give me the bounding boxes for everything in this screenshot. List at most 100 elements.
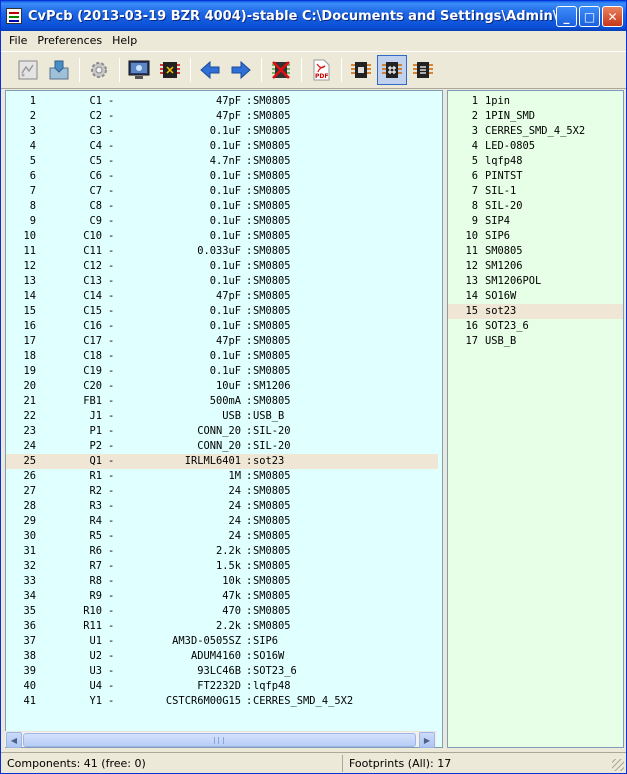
component-row[interactable]: 20 C20- 10uF: SM1206: [6, 379, 438, 394]
component-row[interactable]: 2 C2- 47pF: SM0805: [6, 109, 438, 124]
component-row[interactable]: 10 C10- 0.1uF: SM0805: [6, 229, 438, 244]
footprints-list[interactable]: 1 1pin 2 1PIN_SMD 3 CERRES_SMD_4_5X2 4 LED-0805…: [447, 90, 624, 748]
cvpcb-app-icon[interactable]: [6, 8, 22, 24]
component-row[interactable]: 31 R6- 2.2k: SM0805: [6, 544, 438, 559]
create-footprint-button[interactable]: [13, 55, 43, 85]
close-button[interactable]: ✕: [602, 6, 623, 27]
component-row[interactable]: 23 P1- CONN_20: SIL-20: [6, 424, 438, 439]
component-row[interactable]: 28 R3- 24: SM0805: [6, 499, 438, 514]
component-row[interactable]: 37 U1- AM3D-0505SZ: SIP6: [6, 634, 438, 649]
component-row[interactable]: 6 C6- 0.1uF: SM0805: [6, 169, 438, 184]
footprint-row[interactable]: 15 sot23: [448, 304, 623, 319]
component-row[interactable]: 4 C4- 0.1uF: SM0805: [6, 139, 438, 154]
component-row[interactable]: 27 R2- 24: SM0805: [6, 484, 438, 499]
component-row[interactable]: 3 C3- 0.1uF: SM0805: [6, 124, 438, 139]
minimize-button[interactable]: _: [556, 6, 577, 27]
component-row[interactable]: 18 C18- 0.1uF: SM0805: [6, 349, 438, 364]
component-row[interactable]: 30 R5- 24: SM0805: [6, 529, 438, 544]
footprint-row[interactable]: 8 SIL-20: [448, 199, 623, 214]
footprint-name: CERRES_SMD_4_5X2: [485, 125, 586, 137]
filter-keyword-button[interactable]: [346, 55, 376, 85]
component-value: AM3D-0505SZ: [172, 635, 241, 647]
component-number: 16: [23, 320, 36, 332]
components-list[interactable]: 1 C1-47pF: SM0805 2 C2-47pF: SM0805 3 C3-0.1uF:…: [5, 90, 443, 748]
window-title: CvPcb (2013-03-19 BZR 4004)-stable C:\Do…: [28, 8, 568, 24]
component-footprint: SM0805: [253, 350, 291, 362]
resize-grip-icon[interactable]: [612, 759, 624, 771]
component-row[interactable]: 40 U4- FT2232D: lqfp48: [6, 679, 438, 694]
menu-help[interactable]: Help: [107, 34, 142, 47]
component-separator: -: [108, 590, 115, 602]
next-unassigned-button[interactable]: [226, 55, 256, 85]
filter-pin-count-button[interactable]: [377, 55, 407, 85]
footprint-row[interactable]: 17 USB_B: [448, 334, 623, 349]
component-row[interactable]: 1 C1- 47pF: SM0805: [6, 94, 438, 109]
component-row[interactable]: 25 Q1- IRLML6401: sot23: [6, 454, 438, 469]
component-row[interactable]: 15 C15- 0.1uF: SM0805: [6, 304, 438, 319]
component-row[interactable]: 32 R7- 1.5k: SM0805: [6, 559, 438, 574]
component-row[interactable]: 26 R1- 1M: SM0805: [6, 469, 438, 484]
components-horizontal-scrollbar[interactable]: ◀ ▶: [5, 731, 437, 748]
component-row[interactable]: 16 C16- 0.1uF: SM0805: [6, 319, 438, 334]
component-row[interactable]: 19 C19- 0.1uF: SM0805: [6, 364, 438, 379]
footprint-name: 1PIN_SMD: [485, 110, 536, 122]
view-footprint-button[interactable]: [124, 55, 154, 85]
footprint-row[interactable]: 16 SOT23_6: [448, 319, 623, 334]
footprint-row[interactable]: 10 SIP6: [448, 229, 623, 244]
settings-button[interactable]: [84, 55, 114, 85]
footprint-row[interactable]: 14 SO16W: [448, 289, 623, 304]
component-row[interactable]: 29 R4- 24: SM0805: [6, 514, 438, 529]
footprint-row[interactable]: 6 PINTST: [448, 169, 623, 184]
menu-file[interactable]: File: [1, 34, 32, 47]
component-row[interactable]: 39 U3- 93LC46B: SOT23_6: [6, 664, 438, 679]
scroll-right-arrow-icon[interactable]: ▶: [419, 732, 435, 748]
component-row[interactable]: 35 R10- 470: SM0805: [6, 604, 438, 619]
delete-associations-button[interactable]: [266, 55, 296, 85]
component-row[interactable]: 22 J1- USB: USB_B: [6, 409, 438, 424]
component-row[interactable]: 38 U2- ADUM4160: SO16W: [6, 649, 438, 664]
component-footprint: SM0805: [253, 530, 291, 542]
footprint-row[interactable]: 7 SIL-1: [448, 184, 623, 199]
footprint-row[interactable]: 9 SIP4: [448, 214, 623, 229]
component-row[interactable]: 12 C12- 0.1uF: SM0805: [6, 259, 438, 274]
component-row[interactable]: 9 C9- 0.1uF: SM0805: [6, 214, 438, 229]
component-reference: C8: [89, 200, 102, 212]
component-separator: -: [108, 365, 115, 377]
footprint-row[interactable]: 1 1pin: [448, 94, 623, 109]
component-separator: -: [108, 425, 115, 437]
auto-associate-button[interactable]: [155, 55, 185, 85]
filter-all-button[interactable]: [408, 55, 438, 85]
component-row[interactable]: 7 C7- 0.1uF: SM0805: [6, 184, 438, 199]
footprint-row[interactable]: 13 SM1206POL: [448, 274, 623, 289]
component-row[interactable]: 8 C8- 0.1uF: SM0805: [6, 199, 438, 214]
footprint-row[interactable]: 4 LED-0805: [448, 139, 623, 154]
footprint-row[interactable]: 2 1PIN_SMD: [448, 109, 623, 124]
title-bar[interactable]: CvPcb (2013-03-19 BZR 4004)-stable C:\Do…: [1, 1, 626, 31]
component-row[interactable]: 21 FB1- 500mA: SM0805: [6, 394, 438, 409]
component-row[interactable]: 24 P2- CONN_20: SIL-20: [6, 439, 438, 454]
maximize-button[interactable]: □: [579, 6, 600, 27]
component-separator: :: [246, 605, 253, 617]
scroll-thumb[interactable]: [23, 733, 416, 747]
component-row[interactable]: 5 C5- 4.7nF: SM0805: [6, 154, 438, 169]
footprint-row[interactable]: 12 SM1206: [448, 259, 623, 274]
component-row[interactable]: 34 R9- 47k: SM0805: [6, 589, 438, 604]
component-row[interactable]: 13 C13- 0.1uF: SM0805: [6, 274, 438, 289]
component-value: FT2232D: [197, 680, 241, 692]
component-row[interactable]: 14 C14- 47pF: SM0805: [6, 289, 438, 304]
component-row[interactable]: 41 Y1- CSTCR6M00G15: CERRES_SMD_4_5X2: [6, 694, 438, 709]
save-netlist-button[interactable]: [44, 55, 74, 85]
component-row[interactable]: 33 R8- 10k: SM0805: [6, 574, 438, 589]
component-footprint: SOT23_6: [253, 665, 297, 677]
component-row[interactable]: 11 C11- 0.033uF: SM0805: [6, 244, 438, 259]
previous-unassigned-button[interactable]: [195, 55, 225, 85]
component-row[interactable]: 17 C17- 47pF: SM0805: [6, 334, 438, 349]
menu-preferences[interactable]: Preferences: [32, 34, 107, 47]
component-reference: C11: [83, 245, 102, 257]
footprint-row[interactable]: 3 CERRES_SMD_4_5X2: [448, 124, 623, 139]
datasheet-pdf-button[interactable]: PDF: [306, 55, 336, 85]
footprint-row[interactable]: 11 SM0805: [448, 244, 623, 259]
scroll-left-arrow-icon[interactable]: ◀: [6, 732, 22, 748]
component-row[interactable]: 36 R11- 2.2k: SM0805: [6, 619, 438, 634]
footprint-row[interactable]: 5 lqfp48: [448, 154, 623, 169]
